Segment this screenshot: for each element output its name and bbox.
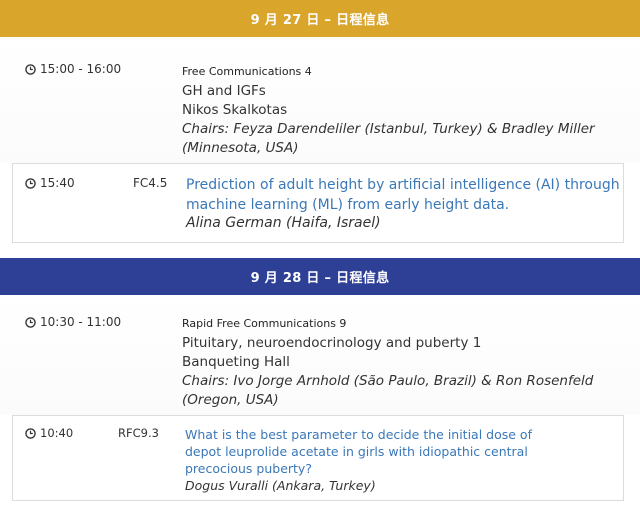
- clock-icon: [25, 63, 36, 75]
- day-header-sep27: 9 月 27 日 – 日程信息: [0, 0, 640, 37]
- presentation-fc4-5: 15:40 FC4.5 Prediction of adult height b…: [12, 163, 624, 243]
- session-chairs-line: (Oregon, USA): [182, 392, 279, 408]
- session-time-text: 10:30 - 11:00: [40, 315, 122, 329]
- presentation-title-line[interactable]: depot leuprolide acetate in girls with i…: [185, 443, 532, 460]
- presentation-title-line[interactable]: precocious puberty?: [185, 460, 532, 477]
- session-chairs-line: Chairs: Feyza Darendeliler (Istanbul, Tu…: [182, 121, 595, 137]
- session-chairs: Chairs: Feyza Darendeliler (Istanbul, Tu…: [182, 120, 622, 158]
- session-chairs-line: (Minnesota, USA): [182, 140, 299, 156]
- session-type: Free Communications 4: [182, 65, 312, 78]
- session-fc4: 15:00 - 16:00 Free Communications 4 GH a…: [0, 37, 640, 163]
- presentation-title-link[interactable]: Prediction of adult height by artificial…: [186, 175, 620, 215]
- session-time: 15:00 - 16:00: [25, 62, 121, 76]
- day-header-sep28: 9 月 28 日 – 日程信息: [0, 258, 640, 295]
- clock-icon: [25, 427, 36, 439]
- presentation-time: 15:40: [25, 176, 75, 190]
- presentation-title-line[interactable]: What is the best parameter to decide the…: [185, 426, 532, 443]
- session-topic: Pituitary, neuroendocrinology and pubert…: [182, 335, 482, 351]
- session-topic: GH and IGFs: [182, 83, 266, 99]
- presentation-author: Dogus Vuralli (Ankara, Turkey): [185, 478, 376, 493]
- session-time: 10:30 - 11:00: [25, 315, 121, 329]
- session-room: Nikos Skalkotas: [182, 102, 288, 118]
- presentation-title-line[interactable]: Prediction of adult height by artificial…: [186, 175, 620, 195]
- session-room: Banqueting Hall: [182, 354, 290, 370]
- session-chairs-line: Chairs: Ivo Jorge Arnhold (São Paulo, Br…: [182, 373, 594, 389]
- presentation-title-line[interactable]: machine learning (ML) from early height …: [186, 195, 620, 215]
- session-details: Rapid Free Communications 9 Pituitary, n…: [182, 317, 622, 410]
- presentation-code: RFC9.3: [118, 426, 159, 440]
- clock-icon: [25, 316, 36, 328]
- presentation-title-link[interactable]: What is the best parameter to decide the…: [185, 426, 532, 477]
- session-chairs: Chairs: Ivo Jorge Arnhold (São Paulo, Br…: [182, 372, 622, 410]
- presentation-code: FC4.5: [133, 176, 168, 190]
- presentation-time: 10:40: [25, 426, 73, 440]
- session-details: Free Communications 4 GH and IGFs Nikos …: [182, 65, 622, 158]
- session-rfc9: 10:30 - 11:00 Rapid Free Communications …: [0, 295, 640, 415]
- presentation-time-text: 10:40: [40, 426, 74, 440]
- presentation-rfc9-3: 10:40 RFC9.3 What is the best parameter …: [12, 415, 624, 501]
- session-type: Rapid Free Communications 9: [182, 317, 347, 330]
- clock-icon: [25, 177, 36, 189]
- session-time-text: 15:00 - 16:00: [40, 62, 122, 76]
- presentation-author: Alina German (Haifa, Israel): [186, 215, 381, 231]
- presentation-time-text: 15:40: [40, 176, 75, 190]
